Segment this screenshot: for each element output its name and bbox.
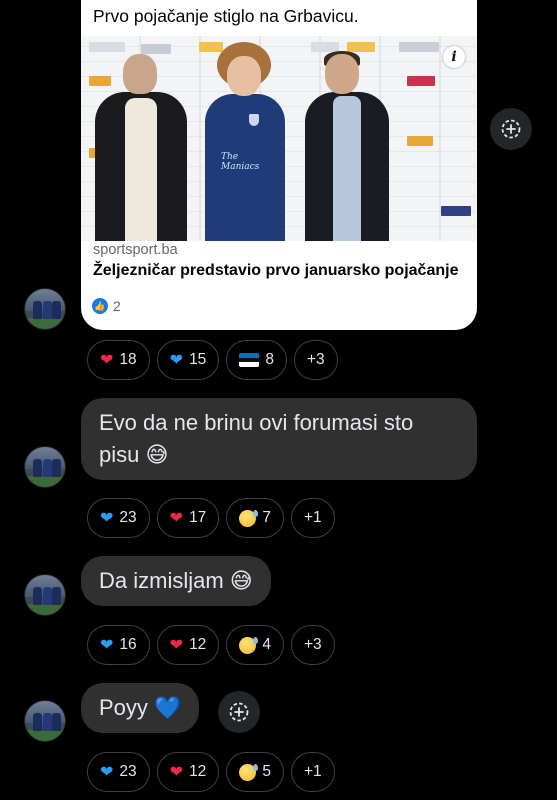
message-text: Da izmisljam 😅 — [99, 568, 253, 593]
link-preview-image[interactable]: The Maniacs — [81, 36, 477, 241]
reactions-row: ❤ 18 ❤ 15 8 +3 — [87, 340, 338, 380]
reaction-more-count: +1 — [303, 509, 322, 526]
reaction-grin-sweat[interactable]: 4 — [226, 625, 284, 665]
grin-sweat-icon — [239, 763, 259, 781]
reaction-count: 7 — [262, 509, 271, 526]
reaction-count: 5 — [262, 763, 271, 780]
avatar[interactable] — [24, 574, 66, 616]
add-reaction-icon — [229, 702, 249, 722]
reaction-heart-blue[interactable]: ❤ 15 — [156, 340, 220, 380]
add-reaction-button[interactable] — [490, 108, 532, 150]
reaction-heart-red[interactable]: ❤ 12 — [156, 625, 220, 665]
blue-heart-icon: ❤ — [169, 352, 184, 369]
reaction-count: 8 — [265, 351, 274, 368]
reaction-more[interactable]: +1 — [290, 752, 335, 792]
club-crest-icon — [249, 114, 259, 126]
red-heart-icon: ❤ — [100, 352, 114, 369]
sponsor-logo — [407, 76, 435, 86]
reaction-heart-blue[interactable]: ❤ 16 — [87, 625, 150, 665]
reaction-count: 18 — [119, 351, 137, 368]
thumbs-up-icon: 👍 — [92, 298, 108, 314]
reaction-heart-red[interactable]: ❤ 18 — [87, 340, 150, 380]
reaction-heart-blue[interactable]: ❤ 23 — [87, 752, 150, 792]
reaction-grin-sweat[interactable]: 7 — [226, 498, 284, 538]
reaction-more[interactable]: +1 — [290, 498, 335, 538]
sponsor-logo — [141, 44, 171, 54]
add-reaction-button[interactable] — [218, 691, 260, 733]
sponsor-logo — [407, 136, 433, 146]
reaction-more-count: +3 — [306, 351, 325, 368]
sponsor-logo — [89, 42, 125, 52]
link-headline: Prvo pojačanje stiglo na Grbavicu. — [93, 6, 359, 26]
message-bubble[interactable]: Poyy 💙 — [81, 683, 200, 733]
sponsor-logo — [441, 206, 471, 216]
info-icon[interactable]: i — [443, 46, 465, 68]
reaction-count: 12 — [189, 763, 207, 780]
message-bubble[interactable]: Evo da ne brinu ovi forumasi sto pisu 😅 — [81, 398, 477, 480]
reaction-more-count: +1 — [303, 763, 322, 780]
link-domain: sportsport.ba — [93, 242, 178, 258]
blue-heart-icon: ❤ — [100, 510, 114, 527]
avatar[interactable] — [24, 446, 66, 488]
reactions-row: ❤ 23 ❤ 17 7 +1 — [87, 498, 335, 538]
red-heart-icon: ❤ — [169, 637, 184, 654]
reaction-flag[interactable]: 8 — [226, 340, 287, 380]
estonia-flag-icon — [239, 353, 260, 367]
reaction-count: 16 — [119, 636, 137, 653]
avatar[interactable] — [24, 288, 66, 330]
reactions-row: ❤ 23 ❤ 12 5 +1 — [87, 752, 335, 792]
like-summary[interactable]: 👍 2 — [92, 298, 121, 314]
jersey-sponsor-text: The Maniacs — [221, 152, 260, 172]
link-preview-card[interactable]: Prvo pojačanje stiglo na Grbavicu. The M… — [81, 0, 477, 330]
like-count: 2 — [113, 298, 121, 314]
reaction-heart-blue[interactable]: ❤ 23 — [87, 498, 150, 538]
message-text: Evo da ne brinu ovi forumasi sto pisu 😅 — [99, 410, 414, 467]
message-text: Poyy 💙 — [99, 695, 182, 720]
reaction-count: 23 — [119, 763, 137, 780]
avatar[interactable] — [24, 700, 66, 742]
grin-sweat-icon — [239, 636, 259, 654]
message-bubble[interactable]: Da izmisljam 😅 — [81, 556, 271, 606]
red-heart-icon: ❤ — [169, 764, 184, 781]
sponsor-logo — [89, 76, 111, 86]
blue-heart-icon: ❤ — [100, 637, 114, 654]
reaction-more[interactable]: +3 — [293, 340, 338, 380]
reaction-count: 12 — [189, 636, 207, 653]
reaction-count: 17 — [189, 509, 207, 526]
grin-sweat-icon — [239, 509, 259, 527]
reaction-more-count: +3 — [303, 636, 322, 653]
sponsor-logo — [199, 42, 223, 52]
reaction-count: 15 — [189, 351, 207, 368]
blue-heart-icon: ❤ — [100, 764, 114, 781]
reaction-grin-sweat[interactable]: 5 — [226, 752, 284, 792]
add-reaction-icon — [501, 119, 521, 139]
reaction-heart-red[interactable]: ❤ 12 — [156, 752, 220, 792]
reaction-count: 4 — [262, 636, 271, 653]
reactions-row: ❤ 16 ❤ 12 4 +3 — [87, 625, 335, 665]
reaction-more[interactable]: +3 — [290, 625, 335, 665]
link-title[interactable]: Željezničar predstavio prvo januarsko po… — [93, 262, 458, 280]
sponsor-logo — [399, 42, 439, 52]
reaction-heart-red[interactable]: ❤ 17 — [156, 498, 220, 538]
reaction-count: 23 — [119, 509, 137, 526]
sponsor-logo — [347, 42, 375, 52]
red-heart-icon: ❤ — [169, 510, 184, 527]
